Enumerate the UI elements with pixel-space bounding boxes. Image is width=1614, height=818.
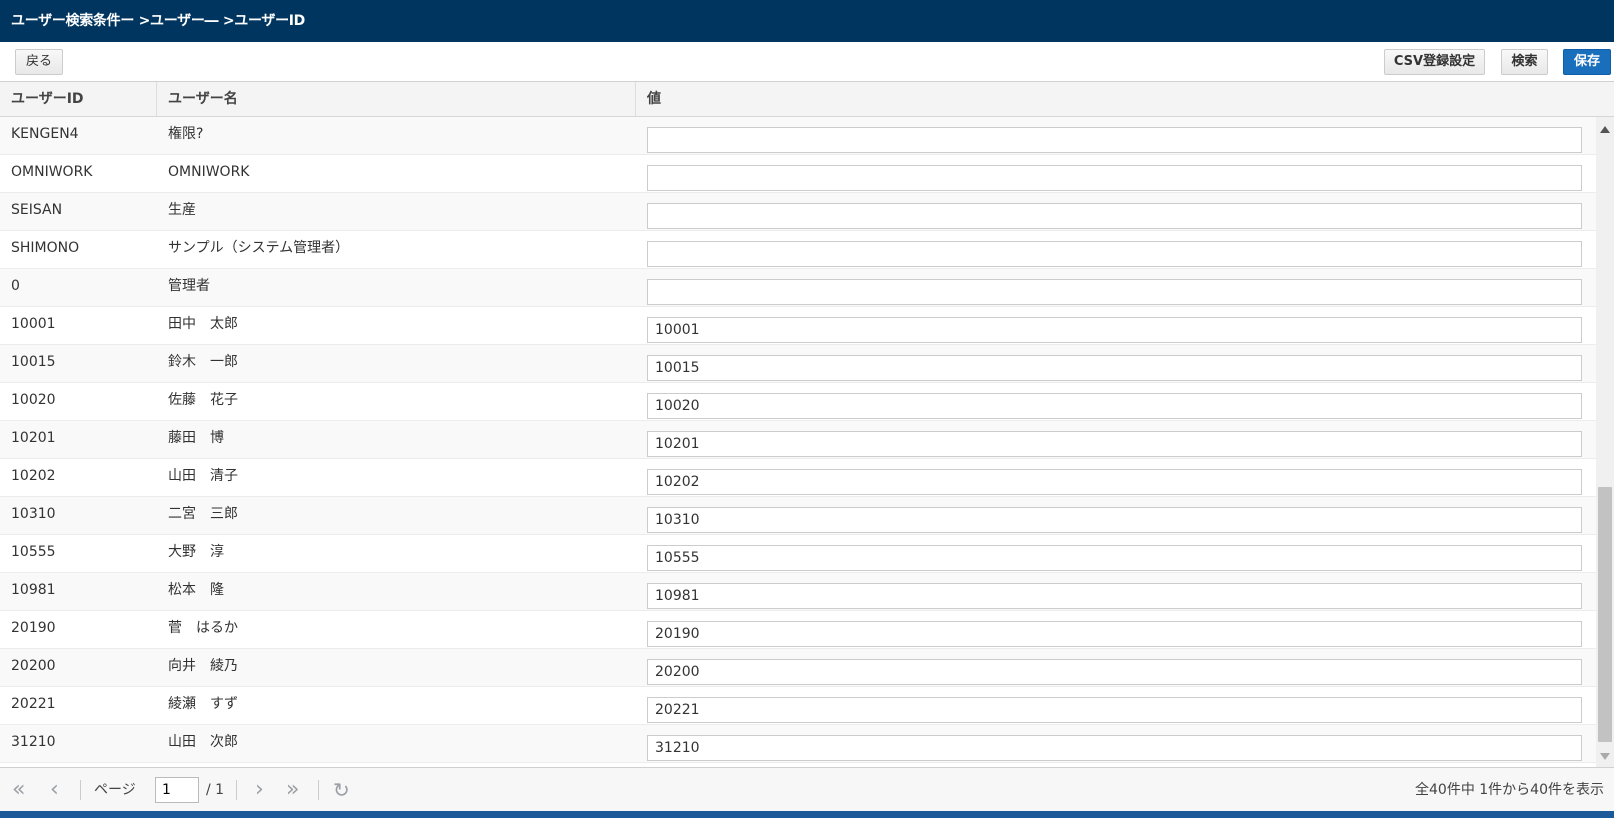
search-button[interactable]: 検索 — [1501, 49, 1548, 75]
save-button[interactable]: 保存 — [1563, 49, 1611, 75]
next-page-icon[interactable]: › — [255, 777, 264, 803]
value-input[interactable] — [647, 203, 1582, 229]
user-name-cell: 二宮 三郎 — [168, 506, 238, 522]
user-id-cell: 10015 — [11, 354, 56, 370]
value-input[interactable] — [647, 165, 1582, 191]
user-id-cell: 10310 — [11, 506, 56, 522]
table-row: 10202 山田 清子 — [0, 459, 1596, 497]
user-name-cell: 管理者 — [168, 278, 210, 294]
pager-divider — [318, 780, 319, 800]
value-input[interactable] — [647, 317, 1582, 343]
pager: « ‹ ページ / 1 › » ↻ 全40件中 1件から40件を表示 — [0, 767, 1614, 811]
user-id-cell: 10202 — [11, 468, 56, 484]
table-row: 31210 山田 次郎 — [0, 725, 1596, 763]
value-input[interactable] — [647, 355, 1582, 381]
user-name-cell: サンプル（システム管理者） — [168, 240, 350, 256]
value-input[interactable] — [647, 697, 1582, 723]
csv-settings-button[interactable]: CSV登録設定 — [1384, 49, 1485, 75]
pager-divider — [236, 780, 237, 800]
table-row: 0 管理者 — [0, 269, 1596, 307]
value-input[interactable] — [647, 583, 1582, 609]
value-input[interactable] — [647, 659, 1582, 685]
user-id-cell: SEISAN — [11, 202, 63, 218]
user-name-cell: 山田 清子 — [168, 468, 238, 484]
user-name-cell: 佐藤 花子 — [168, 392, 238, 408]
user-name-cell: 綾瀬 すず — [168, 696, 238, 712]
table-row: 10015 鈴木 一郎 — [0, 345, 1596, 383]
user-id-cell: 10201 — [11, 430, 56, 446]
value-input[interactable] — [647, 127, 1582, 153]
user-id-cell: 10981 — [11, 582, 56, 598]
table-row: SHIMONO サンプル（システム管理者） — [0, 231, 1596, 269]
value-input[interactable] — [647, 279, 1582, 305]
user-id-cell: SHIMONO — [11, 240, 80, 256]
user-id-cell: 31210 — [11, 734, 56, 750]
pager-divider — [80, 780, 81, 800]
user-name-cell: 藤田 博 — [168, 430, 224, 446]
value-input[interactable] — [647, 469, 1582, 495]
column-header-user-name[interactable]: ユーザー名 — [157, 82, 636, 117]
value-input[interactable] — [647, 393, 1582, 419]
last-page-icon[interactable]: » — [286, 777, 299, 803]
vertical-scrollbar[interactable] — [1596, 117, 1614, 767]
page-title: ユーザー検索条件ー >ユーザー― >ユーザーID — [0, 0, 1614, 42]
table-row: 10555 大野 淳 — [0, 535, 1596, 573]
scroll-up-icon[interactable] — [1600, 126, 1610, 133]
first-page-icon[interactable]: « — [12, 777, 25, 803]
user-id-cell: 10555 — [11, 544, 56, 560]
value-input[interactable] — [647, 621, 1582, 647]
table-row: 20221 綾瀬 すず — [0, 687, 1596, 725]
table-row: 10001 田中 太郎 — [0, 307, 1596, 345]
table-row: 20190 菅 はるか — [0, 611, 1596, 649]
scroll-down-icon[interactable] — [1600, 753, 1610, 760]
prev-page-icon[interactable]: ‹ — [50, 777, 59, 803]
user-name-cell: 松本 隆 — [168, 582, 224, 598]
column-header-user-id[interactable]: ユーザーID — [0, 82, 157, 117]
user-name-cell: OMNIWORK — [168, 164, 250, 180]
bottom-bar — [0, 811, 1614, 818]
user-name-cell: 大野 淳 — [168, 544, 224, 560]
grid-header: ユーザーID ユーザー名 値 — [0, 82, 1614, 117]
page-label: ページ — [94, 782, 136, 798]
column-header-value[interactable]: 値 — [636, 82, 1596, 117]
scroll-thumb[interactable] — [1598, 487, 1612, 742]
page-number-input[interactable] — [155, 777, 199, 803]
value-input[interactable] — [647, 241, 1582, 267]
user-id-cell: 20200 — [11, 658, 56, 674]
user-name-cell: 田中 太郎 — [168, 316, 238, 332]
user-name-cell: 菅 はるか — [168, 620, 238, 636]
user-name-cell: 権限? — [168, 126, 204, 142]
user-id-cell: 20190 — [11, 620, 56, 636]
user-name-cell: 生産 — [168, 202, 196, 218]
value-input[interactable] — [647, 545, 1582, 571]
table-row: 10020 佐藤 花子 — [0, 383, 1596, 421]
table-row: 10310 二宮 三郎 — [0, 497, 1596, 535]
table-row: 20200 向井 綾乃 — [0, 649, 1596, 687]
table-row: 10201 藤田 博 — [0, 421, 1596, 459]
refresh-icon[interactable]: ↻ — [333, 777, 350, 803]
record-summary: 全40件中 1件から40件を表示 — [1415, 782, 1604, 798]
user-id-cell: 0 — [11, 278, 20, 294]
user-name-cell: 鈴木 一郎 — [168, 354, 238, 370]
table-row: KENGEN4 権限? — [0, 117, 1596, 155]
value-input[interactable] — [647, 431, 1582, 457]
table-row: SEISAN 生産 — [0, 193, 1596, 231]
table-row: 10981 松本 隆 — [0, 573, 1596, 611]
user-id-cell: 10020 — [11, 392, 56, 408]
user-id-cell: OMNIWORK — [11, 164, 93, 180]
total-pages: / 1 — [206, 782, 225, 798]
user-id-cell: 20221 — [11, 696, 56, 712]
value-input[interactable] — [647, 735, 1582, 761]
user-id-cell: 10001 — [11, 316, 56, 332]
user-id-cell: KENGEN4 — [11, 126, 79, 142]
user-name-cell: 向井 綾乃 — [168, 658, 238, 674]
user-name-cell: 山田 次郎 — [168, 734, 238, 750]
grid-body: KENGEN4 権限? OMNIWORK OMNIWORK SEISAN 生産 … — [0, 117, 1596, 767]
value-input[interactable] — [647, 507, 1582, 533]
back-button[interactable]: 戻る — [15, 49, 63, 75]
toolbar: 戻る CSV登録設定 検索 保存 — [0, 42, 1614, 82]
table-row: OMNIWORK OMNIWORK — [0, 155, 1596, 193]
